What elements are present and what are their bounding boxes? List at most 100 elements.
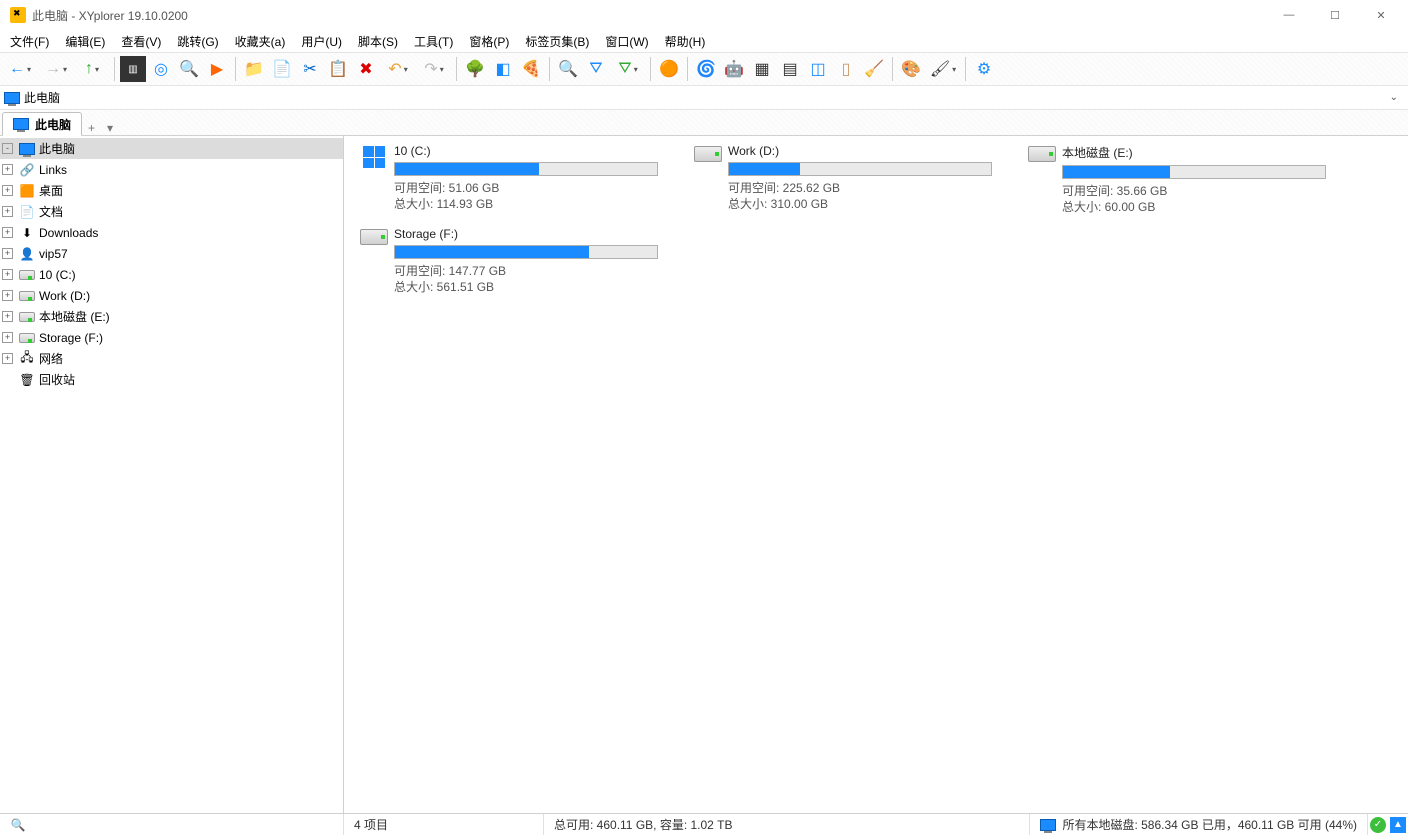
hdd-icon: [19, 267, 35, 283]
delete-icon[interactable]: ✖: [353, 56, 379, 82]
window-title: 此电脑 - XYplorer 19.10.0200: [32, 7, 188, 24]
minimize-button[interactable]: —: [1266, 0, 1312, 30]
menu-item-8[interactable]: 窗格(P): [461, 31, 517, 52]
desk-icon: 🟧: [19, 183, 35, 199]
drive-usage-bar: [394, 162, 658, 176]
console-icon[interactable]: ▥: [120, 56, 146, 82]
menu-item-6[interactable]: 脚本(S): [350, 31, 406, 52]
menu-item-1[interactable]: 编辑(E): [57, 31, 113, 52]
expand-toggle[interactable]: -: [2, 143, 13, 154]
tree-item-label: 10 (C:): [39, 268, 76, 282]
address-expand[interactable]: ⌄: [1384, 92, 1404, 103]
menubar: 文件(F)编辑(E)查看(V)跳转(G)收藏夹(a)用户(U)脚本(S)工具(T…: [0, 30, 1408, 52]
expand-toggle[interactable]: +: [2, 164, 13, 175]
expand-toggle[interactable]: +: [2, 353, 13, 364]
expand-toggle[interactable]: +: [2, 290, 13, 301]
drive-name: Work (D:): [728, 144, 1018, 158]
expand-toggle[interactable]: +: [2, 311, 13, 322]
tree-item-8[interactable]: +本地磁盘 (E:): [0, 306, 343, 327]
maximize-button[interactable]: ☐: [1312, 0, 1358, 30]
toolbar: ← → ↑ ▥ ◎ 🔍 ▶ 📁 📄 ✂ 📋 ✖ ↶ ↷ 🌳 ◧ 🍕 🔍 ⛛ ⛛ …: [0, 52, 1408, 86]
expand-toggle[interactable]: +: [2, 227, 13, 238]
tree-item-label: 文档: [39, 203, 63, 220]
tree-item-1[interactable]: +🔗Links: [0, 159, 343, 180]
newfile-icon[interactable]: 📄: [269, 56, 295, 82]
color-icon[interactable]: 🎨: [898, 56, 924, 82]
filter1-icon[interactable]: ⛛: [583, 56, 609, 82]
expand-toggle[interactable]: +: [2, 185, 13, 196]
menu-item-4[interactable]: 收藏夹(a): [227, 31, 294, 52]
nav-tree[interactable]: -此电脑+🔗Links+🟧桌面+📄文档+⬇Downloads+👤vip57+10…: [0, 136, 344, 813]
drive-item-0[interactable]: 10 (C:)可用空间: 51.06 GB总大小: 114.93 GB: [354, 144, 684, 219]
drive-icon: [354, 144, 394, 219]
forward-button[interactable]: →: [39, 56, 73, 82]
menu-item-2[interactable]: 查看(V): [113, 31, 169, 52]
newfolder-icon[interactable]: 📁: [241, 56, 267, 82]
redo-button[interactable]: ↷: [417, 56, 451, 82]
expand-toggle[interactable]: +: [2, 269, 13, 280]
pizza-icon[interactable]: 🍕: [518, 56, 544, 82]
drive-usage-bar: [394, 245, 658, 259]
down-icon: ⬇: [19, 225, 35, 241]
cut-icon[interactable]: ✂: [297, 56, 323, 82]
android-icon[interactable]: 🤖: [721, 56, 747, 82]
apps-icon[interactable]: ▦: [749, 56, 775, 82]
find-icon[interactable]: 🔍: [176, 56, 202, 82]
menu-item-3[interactable]: 跳转(G): [169, 31, 226, 52]
drive-total: 总大小: 60.00 GB: [1062, 199, 1352, 215]
drive-item-2[interactable]: 本地磁盘 (E:)可用空间: 35.66 GB总大小: 60.00 GB: [1022, 144, 1352, 219]
tree-item-10[interactable]: +🖧网络: [0, 348, 343, 369]
tree-item-4[interactable]: +⬇Downloads: [0, 222, 343, 243]
tree-item-6[interactable]: +10 (C:): [0, 264, 343, 285]
panes-icon[interactable]: ◫: [805, 56, 831, 82]
tab-dropdown[interactable]: ▾: [101, 121, 119, 135]
new-tab-button[interactable]: +: [82, 121, 101, 135]
tree-item-5[interactable]: +👤vip57: [0, 243, 343, 264]
undo-button[interactable]: ↶: [381, 56, 415, 82]
ok-badge[interactable]: ✓: [1370, 817, 1386, 833]
drive-item-1[interactable]: Work (D:)可用空间: 225.62 GB总大小: 310.00 GB: [688, 144, 1018, 219]
status-search[interactable]: 🔍: [0, 814, 344, 835]
select-icon[interactable]: ◧: [490, 56, 516, 82]
hdd-icon: [19, 288, 35, 304]
tree-item-7[interactable]: +Work (D:): [0, 285, 343, 306]
pie-icon[interactable]: 🟠: [656, 56, 682, 82]
menu-item-7[interactable]: 工具(T): [406, 31, 461, 52]
tree-item-0[interactable]: -此电脑: [0, 138, 343, 159]
tree-item-3[interactable]: +📄文档: [0, 201, 343, 222]
close-button[interactable]: ✕: [1358, 0, 1404, 30]
tab-thispc[interactable]: 此电脑: [2, 112, 82, 136]
address-label: 此电脑: [24, 89, 60, 106]
paste-icon[interactable]: 📋: [325, 56, 351, 82]
play-icon[interactable]: ▶: [204, 56, 230, 82]
menu-item-5[interactable]: 用户(U): [293, 31, 350, 52]
drive-icon: [688, 144, 728, 219]
target-icon[interactable]: ◎: [148, 56, 174, 82]
brush-icon[interactable]: 🖌: [926, 56, 960, 82]
zoom-icon[interactable]: 🔍: [555, 56, 581, 82]
tree-item-11[interactable]: 🗑回收站: [0, 369, 343, 390]
expand-toggle[interactable]: +: [2, 248, 13, 259]
menu-item-10[interactable]: 窗口(W): [597, 31, 656, 52]
tree-item-2[interactable]: +🟧桌面: [0, 180, 343, 201]
gear-icon[interactable]: ⚙: [971, 56, 997, 82]
tree-item-9[interactable]: +Storage (F:): [0, 327, 343, 348]
back-button[interactable]: ←: [3, 56, 37, 82]
drive-item-3[interactable]: Storage (F:)可用空间: 147.77 GB总大小: 561.51 G…: [354, 227, 684, 302]
single-icon[interactable]: ▯: [833, 56, 859, 82]
up-button[interactable]: ↑: [75, 56, 109, 82]
details-icon[interactable]: ▤: [777, 56, 803, 82]
spiral-icon[interactable]: 🌀: [693, 56, 719, 82]
filter2-icon[interactable]: ⛛: [611, 56, 645, 82]
menu-item-9[interactable]: 标签页集(B): [517, 31, 597, 52]
tree-item-label: Links: [39, 163, 67, 177]
expand-toggle[interactable]: +: [2, 332, 13, 343]
address-bar[interactable]: 此电脑 ⌄: [0, 86, 1408, 110]
menu-item-0[interactable]: 文件(F): [2, 31, 57, 52]
expand-toggle[interactable]: +: [2, 206, 13, 217]
up-badge[interactable]: ▲: [1390, 817, 1406, 833]
menu-item-11[interactable]: 帮助(H): [657, 31, 714, 52]
broom-icon[interactable]: 🧹: [861, 56, 887, 82]
drive-name: Storage (F:): [394, 227, 684, 241]
tree-icon[interactable]: 🌳: [462, 56, 488, 82]
